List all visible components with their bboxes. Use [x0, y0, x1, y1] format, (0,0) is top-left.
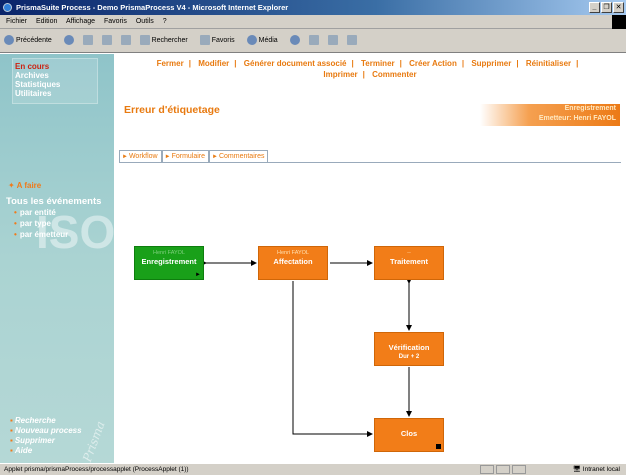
- node-enregistrement[interactable]: Henri FAYOL Enregistrement ►: [134, 246, 204, 280]
- status-text: Applet prisma/prismaProcess/processapple…: [4, 466, 189, 473]
- node-verification[interactable]: Vérification Dur + 2: [374, 332, 444, 366]
- security-zone: 🖥 Intranet local: [572, 466, 620, 473]
- play-icon: ►: [195, 272, 201, 278]
- node-traitement[interactable]: -- Traitement: [374, 246, 444, 280]
- corner-marker-icon: [436, 444, 441, 449]
- node-clos[interactable]: Clos: [374, 418, 444, 452]
- connector-affectation-clos: [292, 281, 373, 437]
- workflow-connectors: [201, 260, 412, 437]
- status-cells: [480, 465, 526, 474]
- node-affectation[interactable]: Henri FAYOL Affectation: [258, 246, 328, 280]
- status-bar: Applet prisma/prismaProcess/processapple…: [0, 463, 626, 475]
